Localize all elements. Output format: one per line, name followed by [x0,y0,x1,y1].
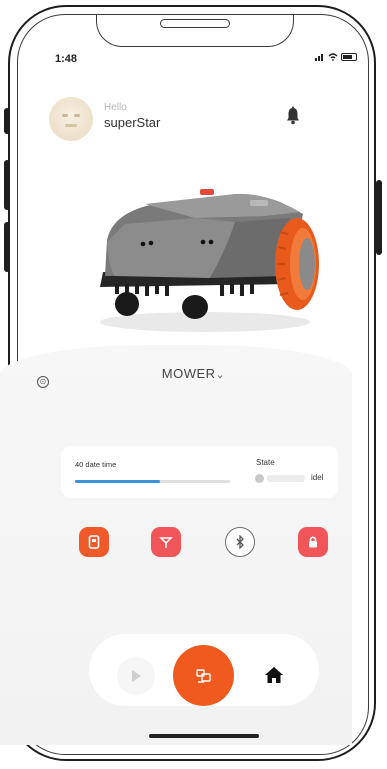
mower-nav-button[interactable] [173,645,234,706]
bluetooth-action-button[interactable] [225,527,255,557]
state-value: idel [311,473,324,482]
speaker-grille [160,19,230,28]
mowing-status-card: 40 date time State idel [61,446,338,498]
progress-fill [75,480,161,483]
avatar[interactable] [49,97,93,141]
state-indicator-bar [267,475,305,482]
model-name: MOWER [161,366,216,381]
mute-switch [4,108,10,134]
progress-label: 40 date time [75,460,117,469]
start-button[interactable] [117,657,155,695]
progress-bar [75,480,230,483]
username: superStar [104,115,161,130]
mower-illustration [100,189,319,332]
home-icon[interactable] [264,666,284,684]
map-icon [88,535,100,549]
wifi-icon [328,53,338,61]
signal-icon [315,53,325,61]
state-label: State [256,458,275,467]
map-action-button[interactable] [79,527,109,557]
antenna-icon [159,537,173,548]
lock-icon [309,536,317,548]
notification-bell-icon[interactable] [285,106,301,126]
state-indicator-dot [255,474,264,483]
lock-action-button[interactable] [298,527,328,557]
volume-up-button [4,160,10,210]
mower-icon [195,668,211,683]
greeting-text: Hello [104,102,127,113]
status-icons [315,53,357,61]
power-button [376,180,382,255]
notch [96,15,294,47]
battery-icon [341,53,357,61]
bluetooth-icon [236,535,244,549]
model-selector[interactable]: MOWER⌄ [0,366,387,381]
chevron-down-icon: ⌄ [215,369,226,381]
home-indicator [149,734,259,738]
volume-down-button [4,222,10,272]
signal-action-button[interactable] [151,527,181,557]
play-icon [132,670,141,682]
status-time: 1:48 [55,53,78,65]
